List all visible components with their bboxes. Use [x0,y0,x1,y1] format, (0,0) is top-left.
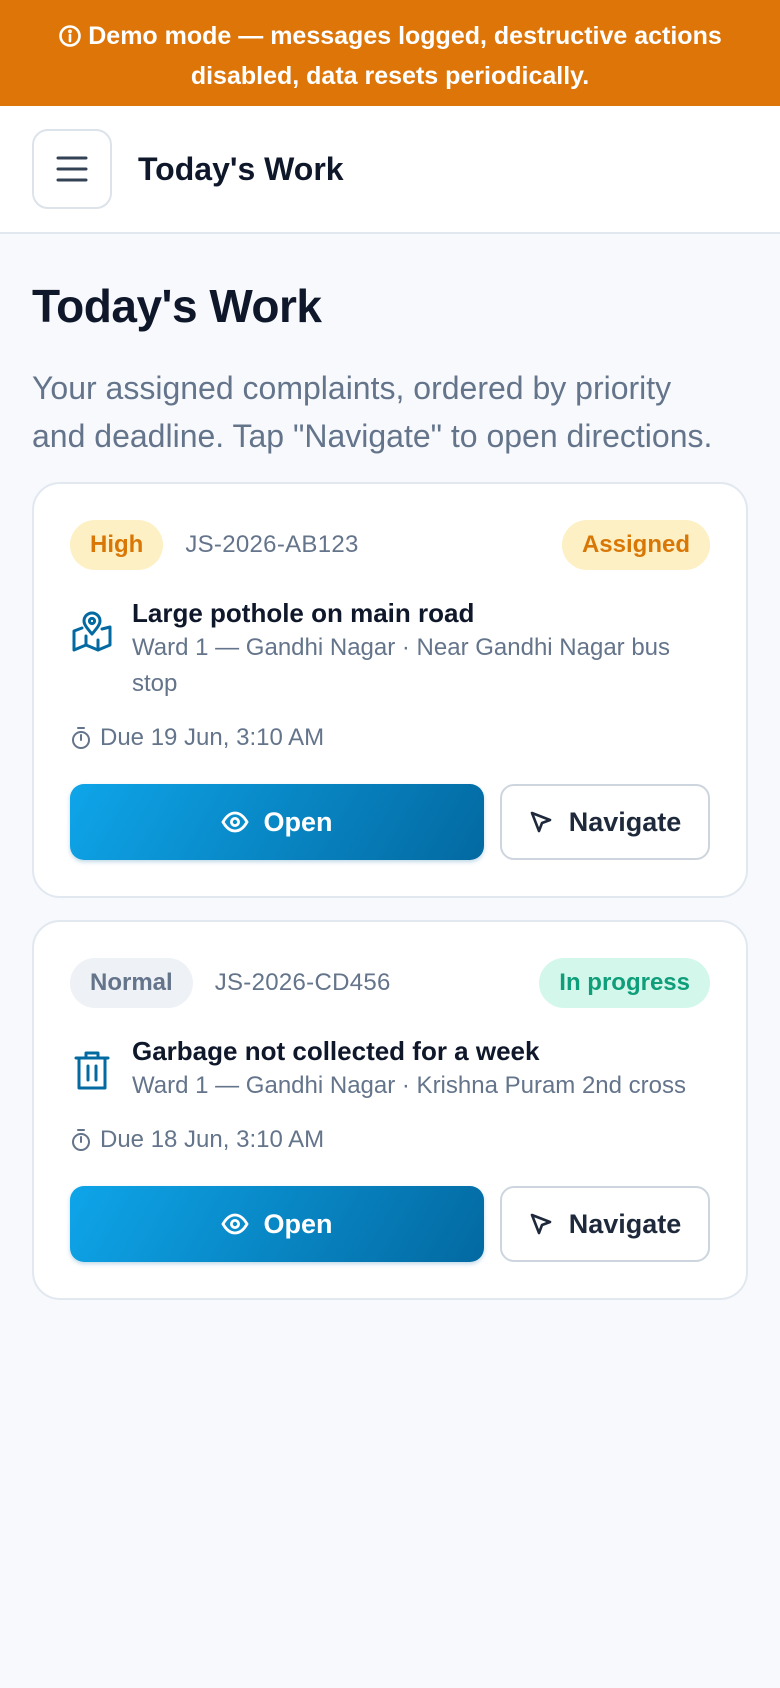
navigation-arrow-icon [530,811,552,833]
complaint-code: JS-2026-AB123 [185,531,359,558]
info-icon [59,25,82,47]
complaint-title: Large pothole on main road [132,598,475,628]
map-pin-icon [72,611,112,652]
navigate-button[interactable]: Navigate [500,1186,710,1262]
navigation-arrow-icon [530,1213,552,1235]
open-button-label: Open [263,806,333,837]
open-button[interactable]: Open [70,1186,484,1262]
priority-badge: High [70,520,164,570]
timer-icon [72,727,90,749]
open-button[interactable]: Open [70,784,484,860]
demo-banner-text: Demo mode — messages logged, destructive… [88,22,722,90]
hamburger-menu-icon [56,156,88,182]
main-content: Today's Work Your assigned complaints, o… [0,234,780,1300]
complaint-card[interactable]: High JS-2026-AB123 Assigned Large pothol… [32,482,748,898]
page-title: Today's Work [32,280,322,332]
due-date: Due 19 Jun, 3:10 AM [100,724,325,751]
trash-icon [74,1051,110,1090]
eye-icon [221,1213,250,1235]
navigate-button-label: Navigate [568,806,682,837]
timer-icon [72,1129,90,1151]
complaint-location: Ward 1 — Gandhi Nagar · Krishna Puram 2n… [132,1072,687,1099]
complaint-location: Ward 1 — Gandhi Nagar · Near Gandhi Naga… [132,634,671,697]
open-button-label: Open [263,1208,333,1239]
page-description: Your assigned complaints, ordered by pri… [32,370,713,454]
app-bar-title: Today's Work [138,150,344,187]
status-badge: In progress [539,958,710,1008]
top-app-bar: Today's Work [0,106,780,234]
eye-icon [221,811,250,833]
complaint-card[interactable]: Normal JS-2026-CD456 In progress Garbage… [32,920,748,1300]
demo-mode-banner: Demo mode — messages logged, destructive… [0,0,780,106]
navigate-button[interactable]: Navigate [500,784,710,860]
due-date: Due 18 Jun, 3:10 AM [100,1126,325,1153]
status-badge: Assigned [561,520,710,570]
menu-button[interactable] [32,129,112,209]
priority-badge: Normal [70,958,193,1008]
complaint-code: JS-2026-CD456 [214,969,391,996]
navigate-button-label: Navigate [568,1208,682,1239]
complaint-title: Garbage not collected for a week [132,1036,540,1066]
